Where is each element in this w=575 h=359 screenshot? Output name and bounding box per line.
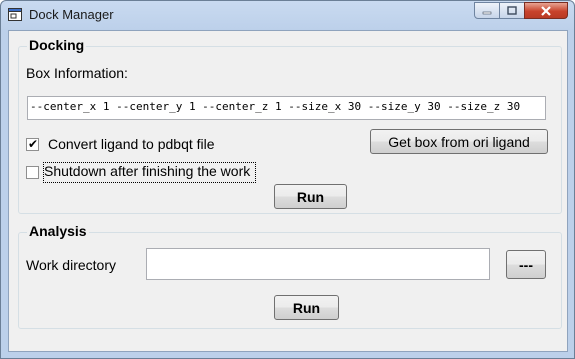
title-bar[interactable]: Dock Manager bbox=[1, 1, 574, 29]
close-icon bbox=[541, 5, 551, 16]
convert-ligand-label[interactable]: Convert ligand to pdbqt file bbox=[48, 136, 215, 152]
work-directory-label: Work directory bbox=[26, 257, 116, 273]
docking-run-button[interactable]: Run bbox=[274, 184, 347, 209]
shutdown-checkbox[interactable] bbox=[26, 166, 39, 179]
box-info-field[interactable]: --center_x 1 --center_y 1 --center_z 1 -… bbox=[27, 96, 546, 120]
work-directory-field[interactable] bbox=[146, 248, 490, 280]
convert-ligand-checkbox[interactable]: ✔ bbox=[26, 137, 39, 151]
dock-manager-window: Dock Manager Docking Box Information: --… bbox=[0, 0, 575, 359]
minimize-icon bbox=[482, 11, 492, 14]
shutdown-label[interactable]: Shutdown after finishing the work bbox=[44, 163, 250, 179]
docking-group-title: Docking bbox=[27, 37, 87, 53]
docking-group: Docking Box Information: --center_x 1 --… bbox=[18, 37, 562, 214]
maximize-icon bbox=[507, 6, 517, 15]
analysis-group-title: Analysis bbox=[27, 223, 89, 239]
analysis-run-button[interactable]: Run bbox=[274, 295, 339, 320]
browse-button[interactable]: --- bbox=[506, 250, 546, 279]
minimize-button[interactable] bbox=[474, 2, 500, 19]
maximize-button[interactable] bbox=[499, 2, 525, 19]
window-title: Dock Manager bbox=[29, 7, 114, 22]
app-icon bbox=[8, 8, 22, 21]
box-info-label: Box Information: bbox=[26, 65, 128, 81]
get-box-button[interactable]: Get box from ori ligand bbox=[370, 129, 548, 154]
close-button[interactable] bbox=[524, 2, 568, 19]
client-area: Docking Box Information: --center_x 1 --… bbox=[8, 30, 568, 352]
check-icon: ✔ bbox=[28, 137, 39, 151]
analysis-group: Analysis Work directory --- Run bbox=[18, 223, 562, 329]
